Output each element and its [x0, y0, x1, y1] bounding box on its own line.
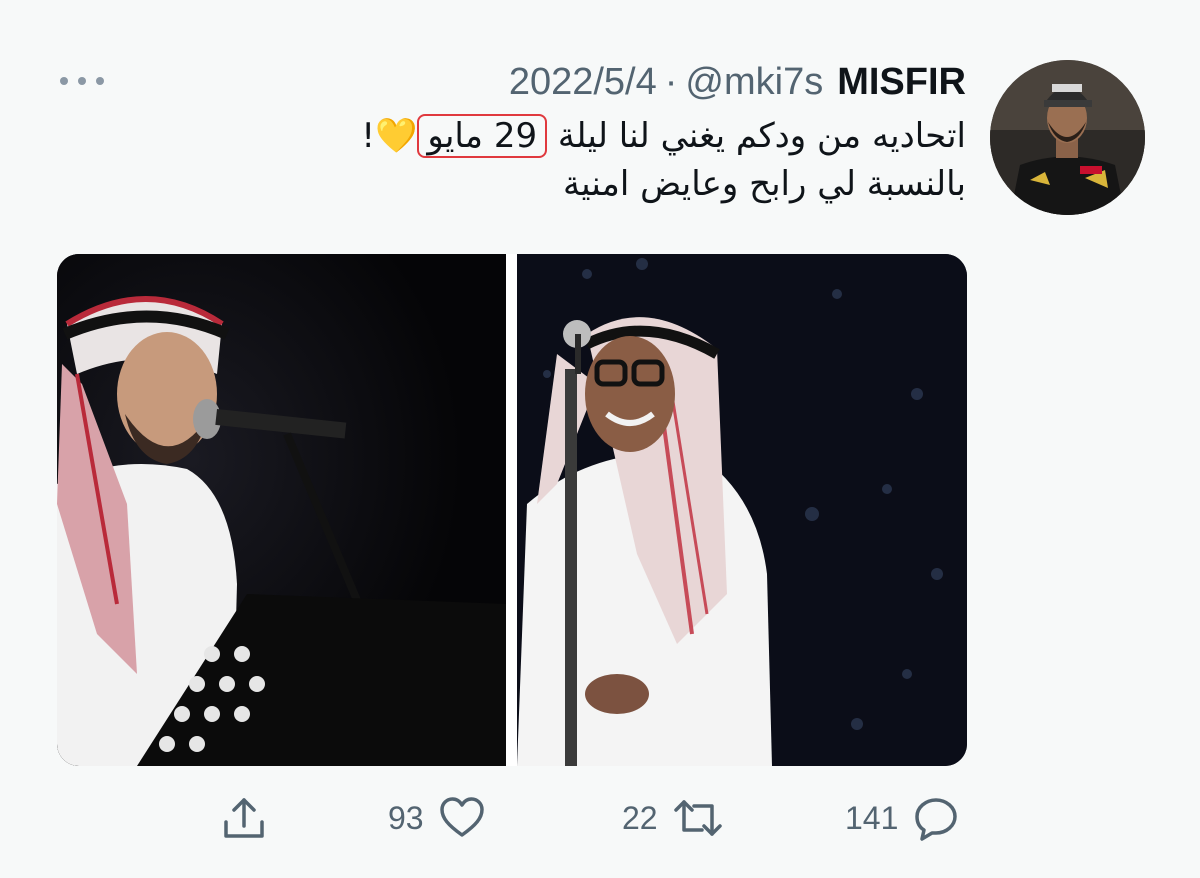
author-handle[interactable]: @mki7s — [685, 56, 823, 108]
avatar[interactable] — [990, 60, 1145, 215]
retweet-count: 22 — [622, 799, 658, 836]
more-dot — [96, 77, 104, 85]
like-button[interactable]: 93 — [388, 794, 486, 842]
more-options-icon[interactable] — [60, 68, 104, 94]
more-dot — [78, 77, 86, 85]
share-button[interactable] — [220, 794, 268, 842]
more-dot — [60, 77, 68, 85]
tweet-card[interactable]: 2022/5/4 · @mki7s MISFIR اتحاديه من ودكم… — [0, 0, 1200, 878]
reply-icon — [915, 798, 958, 841]
date-highlight: 29 مايو — [417, 114, 548, 158]
singer-photo-left — [57, 254, 506, 766]
media-grid — [57, 254, 967, 766]
tweet-date[interactable]: 2022/5/4 — [509, 56, 657, 108]
author-name[interactable]: MISFIR — [837, 56, 966, 108]
photo-right[interactable] — [517, 254, 967, 766]
avatar-image — [990, 60, 1145, 215]
heart-icon — [439, 797, 484, 837]
reply-count: 141 — [845, 799, 899, 836]
action-bar: 93 22 141 — [0, 780, 1200, 860]
tweet-text-part1: اتحاديه من ودكم يغني لنا ليلة — [547, 116, 966, 156]
header-separator: · — [664, 61, 678, 103]
retweet-button[interactable]: 22 — [622, 794, 724, 842]
yellow-heart-emoji: 💛 — [375, 116, 418, 156]
tweet-text: اتحاديه من ودكم يغني لنا ليلة 29 مايو💛! … — [186, 112, 966, 208]
tweet-text-line-1: اتحاديه من ودكم يغني لنا ليلة 29 مايو💛! — [186, 112, 966, 160]
retweet-icon — [673, 800, 722, 836]
tweet-header: 2022/5/4 · @mki7s MISFIR — [509, 56, 966, 108]
photo-left[interactable] — [57, 254, 506, 766]
reply-button[interactable]: 141 — [845, 794, 960, 842]
tweet-text-bang: ! — [361, 116, 376, 156]
like-count: 93 — [388, 799, 424, 836]
share-icon — [224, 798, 264, 838]
singer-photo-right — [517, 254, 967, 766]
tweet-text-line-2: بالنسبة لي رابح وعايض امنية — [562, 164, 966, 204]
